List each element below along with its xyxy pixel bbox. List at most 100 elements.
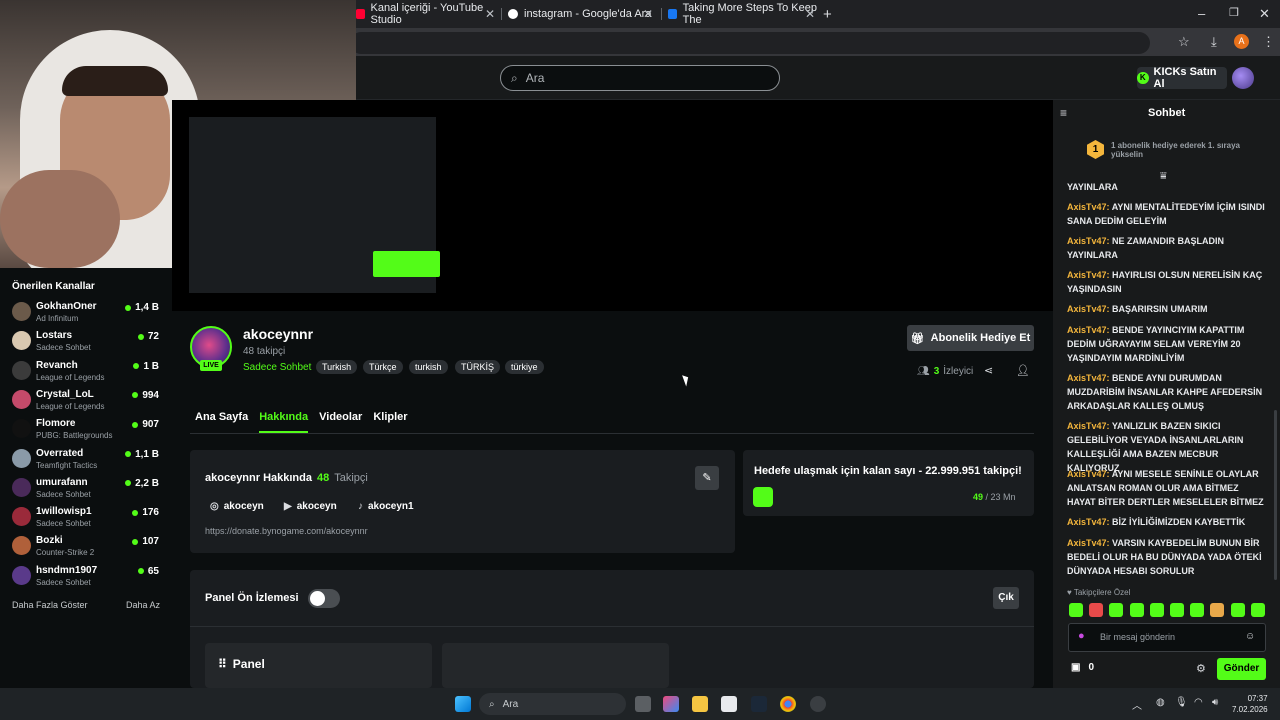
video-player[interactable] — [172, 100, 1053, 311]
send-button[interactable]: Gönder — [1217, 658, 1266, 680]
tab-article[interactable]: Taking More Steps To Keep The ✕ — [668, 2, 818, 26]
tab-google-search[interactable]: instagram - Google'da Ara ✕ — [508, 4, 658, 24]
clock[interactable]: 07:37 7.02.2026 — [1232, 693, 1268, 715]
chat-username[interactable]: AxisTv47: — [1067, 236, 1110, 246]
task-view-icon[interactable] — [635, 696, 651, 712]
chat-username[interactable]: AxisTv47: — [1067, 270, 1110, 280]
sidebar-channel[interactable]: Lostars Sadece Sohbet 72 — [0, 326, 172, 355]
store-icon[interactable] — [721, 696, 737, 712]
close-window-icon[interactable]: ✕ — [1259, 6, 1270, 22]
show-less-link[interactable]: Daha Az — [126, 600, 160, 610]
mic-tray-icon[interactable]: 🎙︎ — [1175, 697, 1188, 708]
chat-username[interactable]: AxisTv47: — [1067, 325, 1110, 335]
minimize-icon[interactable]: – — [1198, 6, 1205, 21]
tag[interactable]: TÜRKİŞ — [455, 360, 501, 374]
emote-icon[interactable] — [1210, 603, 1225, 617]
network-icon[interactable]: ◍ — [1156, 697, 1165, 708]
channel-name[interactable]: akoceynnr — [243, 326, 313, 342]
about-title: akoceynnr Hakkında 48 Takipçi — [205, 472, 368, 484]
emote-icon[interactable] — [1089, 603, 1104, 617]
close-tab-icon[interactable]: ✕ — [805, 7, 815, 21]
sidebar-channel[interactable]: Overrated Teamfight Tactics 1,1 B — [0, 444, 172, 473]
volume-icon[interactable]: 🔊︎ — [1212, 697, 1218, 708]
sidebar-channel[interactable]: hsndmn1907 Sadece Sohbet 65 — [0, 561, 172, 590]
kicks-balance[interactable]: ▣ 0 — [1071, 662, 1094, 673]
start-windows-icon[interactable] — [455, 696, 471, 712]
tab-about[interactable]: Hakkında — [259, 411, 309, 433]
youtube-link[interactable]: ▶ akoceyn — [284, 501, 337, 512]
wifi-icon[interactable]: ◠ — [1194, 697, 1203, 708]
profile-avatar[interactable]: A — [1234, 34, 1249, 49]
gift-subscription-button[interactable]: 🎁︎ Abonelik Hediye Et — [907, 325, 1034, 351]
emote-icon[interactable] — [1190, 603, 1205, 617]
edit-about-button[interactable]: ✎ — [695, 466, 719, 490]
chat-username[interactable]: AxisTv47: — [1067, 517, 1110, 527]
download-icon[interactable]: ⤓ — [1211, 34, 1217, 50]
sidebar-channel[interactable]: 1willowisp1 Sadece Sohbet 176 — [0, 502, 172, 531]
chat-username[interactable]: AxisTv47: — [1067, 373, 1110, 383]
steam-icon[interactable] — [751, 696, 767, 712]
sidebar-channel[interactable]: umurafann Sadece Sohbet 2,2 B — [0, 473, 172, 502]
sidebar-channel[interactable]: GokhanOner Ad Infinitum 1,4 B — [0, 297, 172, 326]
close-tab-icon[interactable]: ✕ — [643, 7, 653, 21]
user-avatar[interactable] — [1232, 67, 1254, 89]
show-more-link[interactable]: Daha Fazla Göster — [12, 600, 88, 610]
obs-icon[interactable] — [810, 696, 826, 712]
live-dot-icon — [132, 509, 139, 516]
exit-button[interactable]: Çık — [993, 587, 1019, 609]
emote-icon[interactable] — [1250, 603, 1265, 617]
chat-username[interactable]: AxisTv47: — [1067, 202, 1110, 212]
sidebar-channel[interactable]: Flomore PUBG: Battlegrounds 907 — [0, 414, 172, 443]
share-icon[interactable]: ⋖ — [984, 364, 993, 377]
buy-kicks-button[interactable]: K KICKs Satın Al — [1137, 66, 1227, 90]
offline-card-button[interactable] — [373, 251, 440, 277]
tag[interactable]: türkiye — [505, 360, 544, 374]
collapse-chat-icon[interactable]: ≡ — [1060, 106, 1067, 120]
instagram-link[interactable]: ◎ akoceyn — [210, 501, 264, 512]
emote-icon[interactable] — [1129, 603, 1144, 617]
emote-icon[interactable] — [1170, 603, 1184, 617]
tiktok-link[interactable]: ♪ akoceyn1 — [358, 501, 414, 512]
bookmark-star-icon[interactable]: ☆ — [1178, 34, 1190, 50]
tag[interactable]: Türkçe — [363, 360, 403, 374]
file-explorer-icon[interactable] — [692, 696, 708, 712]
chat-scrollbar[interactable] — [1274, 410, 1277, 580]
tab-home[interactable]: Ana Sayfa — [195, 411, 248, 433]
channel-category[interactable]: Sadece Sohbet — [243, 362, 311, 373]
drag-handle-icon[interactable]: ⠿ — [218, 657, 227, 671]
emote-icon[interactable] — [1230, 603, 1245, 617]
panel-item[interactable] — [442, 643, 669, 688]
chat-username[interactable]: AxisTv47: — [1067, 421, 1110, 431]
restore-icon[interactable]: ❐ — [1229, 6, 1239, 19]
omnibox[interactable] — [350, 32, 1150, 54]
follow-user-icon[interactable]: 👤︎ — [1016, 364, 1030, 377]
panel-preview-toggle[interactable] — [308, 589, 340, 608]
new-tab-button[interactable]: + — [823, 6, 832, 23]
live-dot-icon — [132, 421, 139, 428]
emote-icon[interactable] — [1149, 603, 1164, 617]
sidebar-channel[interactable]: Bozki Counter-Strike 2 107 — [0, 531, 172, 560]
close-tab-icon[interactable]: ✕ — [485, 7, 495, 21]
sidebar-channel[interactable]: Crystal_LoL League of Legends 994 — [0, 385, 172, 414]
sidebar-channel[interactable]: Revanch League of Legends 1 B — [0, 356, 172, 385]
search-input[interactable]: ⌕ Ara — [500, 65, 780, 91]
emoji-picker-icon[interactable]: ☺ — [1245, 631, 1255, 642]
emote-icon[interactable] — [1109, 603, 1124, 617]
menu-kebab-icon[interactable]: ⋮ — [1262, 34, 1275, 50]
tag[interactable]: Turkish — [316, 360, 358, 374]
chrome-icon[interactable] — [780, 696, 796, 712]
donate-link[interactable]: https://donate.bynogame.com/akoceynnr — [205, 526, 368, 536]
tab-videos[interactable]: Videolar — [319, 411, 362, 433]
microphone-icon[interactable]: ● — [1078, 630, 1085, 642]
tab-clips[interactable]: Klipler — [373, 411, 407, 433]
chat-settings-icon[interactable]: ⚙ — [1196, 662, 1206, 675]
tag[interactable]: turkish — [409, 360, 448, 374]
chat-username[interactable]: AxisTv47: — [1067, 304, 1110, 314]
chat-username[interactable]: AxisTv47: — [1067, 469, 1110, 479]
emote-icon[interactable] — [1069, 603, 1083, 617]
chat-username[interactable]: AxisTv47: — [1067, 538, 1110, 548]
tray-chevron-icon[interactable]: ︿ — [1132, 697, 1142, 712]
office-icon[interactable] — [663, 696, 679, 712]
taskbar-search[interactable]: ⌕ Ara — [479, 693, 626, 715]
tab-youtube-studio[interactable]: Kanal içeriği - YouTube Studio ✕ — [356, 2, 496, 26]
